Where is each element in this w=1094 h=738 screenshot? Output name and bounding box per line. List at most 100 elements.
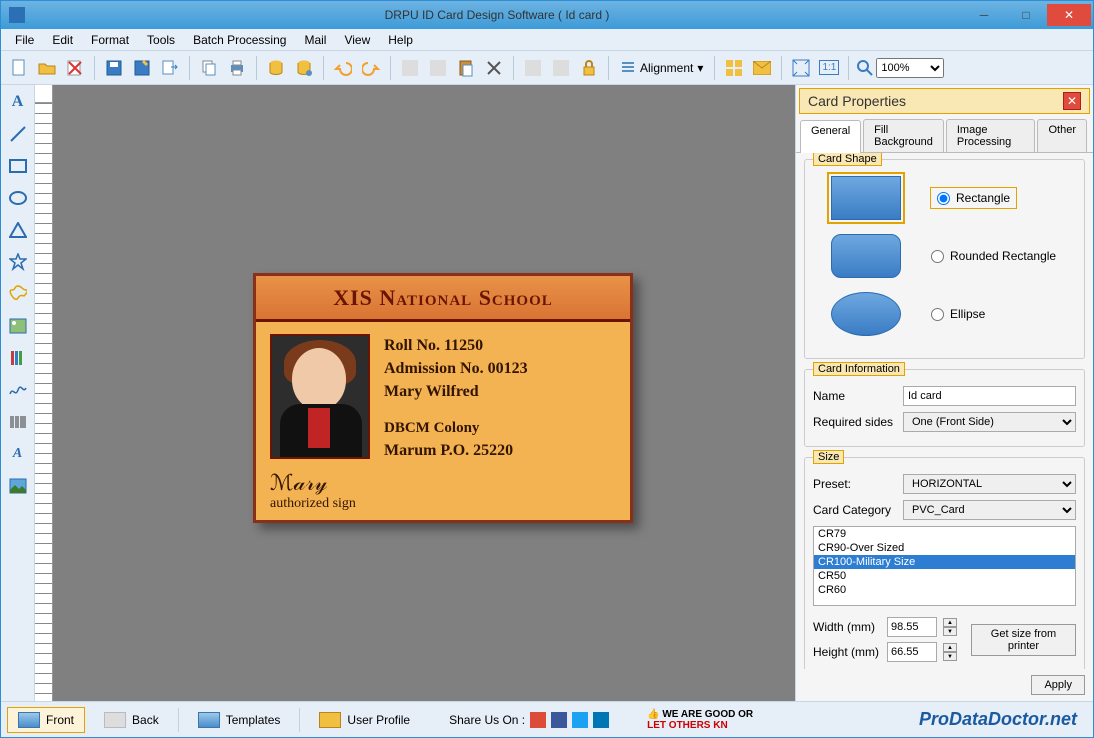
twitter-icon[interactable] [572,712,588,728]
paste-icon[interactable] [454,56,478,80]
titlebar: DRPU ID Card Design Software ( Id card )… [1,1,1093,29]
brand-label[interactable]: ProDataDoctor.net [919,709,1087,730]
menu-batch[interactable]: Batch Processing [185,31,294,49]
ellipse-tool-icon[interactable] [7,187,29,209]
actual-icon[interactable]: 1:1 [817,56,841,80]
tab-general[interactable]: General [800,120,861,153]
signature-tool-icon[interactable] [7,379,29,401]
fit-icon[interactable] [789,56,813,80]
menu-view[interactable]: View [336,31,378,49]
menu-format[interactable]: Format [83,31,137,49]
profile-icon [319,712,341,728]
menu-mail[interactable]: Mail [296,31,334,49]
shape-tool-icon[interactable] [7,283,29,305]
roll-no: Roll No. 11250 [384,334,528,357]
line-tool-icon[interactable] [7,123,29,145]
new-icon[interactable] [7,56,31,80]
tab-fill[interactable]: Fill Background [863,119,944,152]
menu-file[interactable]: File [7,31,42,49]
export-icon[interactable] [158,56,182,80]
redo-icon[interactable] [359,56,383,80]
height-input[interactable] [887,642,937,662]
user-profile-button[interactable]: User Profile [308,707,421,733]
shape-ellipse-preview[interactable] [831,292,901,336]
lock-icon[interactable] [577,56,601,80]
menu-help[interactable]: Help [380,31,421,49]
minimize-button[interactable]: ─ [963,4,1005,26]
save-icon[interactable] [102,56,126,80]
facebook-icon[interactable] [551,712,567,728]
del-icon[interactable] [482,56,506,80]
shape-rect-preview[interactable] [831,176,901,220]
alignment-dropdown[interactable]: Alignment ▾ [616,60,707,76]
layer1-icon[interactable] [521,56,545,80]
maximize-button[interactable]: □ [1005,4,1047,26]
properties-close-button[interactable]: ✕ [1063,92,1081,110]
width-spinner[interactable]: ▲▼ [943,618,957,636]
shape-rounded-preview[interactable] [831,234,901,278]
canvas[interactable]: XIS National School Roll No. 11250 Admis… [53,103,795,701]
triangle-tool-icon[interactable] [7,219,29,241]
gplus-icon[interactable] [530,712,546,728]
templates-button[interactable]: Templates [187,707,292,733]
background-tool-icon[interactable] [7,475,29,497]
list-item[interactable]: CR79 [814,527,1075,541]
tab-other[interactable]: Other [1037,119,1087,152]
list-item[interactable]: CR90-Over Sized [814,541,1075,555]
cut-icon[interactable] [398,56,422,80]
db1-icon[interactable] [264,56,288,80]
barcode-tool-icon[interactable] [7,411,29,433]
zoom-control[interactable]: 100% [856,58,944,78]
window-title: DRPU ID Card Design Software ( Id card ) [31,8,963,22]
delete-icon[interactable] [63,56,87,80]
open-icon[interactable] [35,56,59,80]
copy-icon[interactable] [197,56,221,80]
back-side-button[interactable]: Back [93,707,170,733]
text-tool-icon[interactable]: A [7,91,29,113]
watermark-tool-icon[interactable]: A [7,443,29,465]
apply-button[interactable]: Apply [1031,675,1085,695]
signature-label: authorized sign [270,496,356,512]
name-input[interactable] [903,386,1076,406]
tab-image[interactable]: Image Processing [946,119,1036,152]
print-icon[interactable] [225,56,249,80]
menu-tools[interactable]: Tools [139,31,183,49]
tagline: 👍 WE ARE GOOD ORLET OTHERS KN [647,709,753,731]
shape-rounded-radio[interactable]: Rounded Rectangle [931,249,1056,263]
copy2-icon[interactable] [426,56,450,80]
sides-select[interactable]: One (Front Side) [903,412,1076,432]
front-side-button[interactable]: Front [7,707,85,733]
statusbar: Front Back Templates User Profile Share … [1,701,1093,737]
properties-panel: Card Properties ✕ General Fill Backgroun… [795,85,1093,701]
shape-ellipse-radio[interactable]: Ellipse [931,307,985,321]
menu-edit[interactable]: Edit [44,31,81,49]
get-size-button[interactable]: Get size from printer [971,624,1076,656]
star-tool-icon[interactable] [7,251,29,273]
image-tool-icon[interactable] [7,315,29,337]
size-listbox[interactable]: CR79 CR90-Over Sized CR100-Military Size… [813,526,1076,606]
db2-icon[interactable] [292,56,316,80]
library-tool-icon[interactable] [7,347,29,369]
grid-icon[interactable] [722,56,746,80]
rect-tool-icon[interactable] [7,155,29,177]
templates-icon [198,712,220,728]
list-item[interactable]: CR100-Military Size [814,555,1075,569]
saveas-icon[interactable] [130,56,154,80]
card-info: Roll No. 11250 Admission No. 00123 Mary … [384,334,528,463]
width-input[interactable] [887,617,937,637]
list-item[interactable]: CR60 [814,583,1075,597]
signature-block: ℳ𝒶𝓇𝓎 authorized sign [270,470,356,512]
mail-icon[interactable] [750,56,774,80]
undo-icon[interactable] [331,56,355,80]
linkedin-icon[interactable] [593,712,609,728]
preset-select[interactable]: HORIZONTAL [903,474,1076,494]
layer2-icon[interactable] [549,56,573,80]
id-card[interactable]: XIS National School Roll No. 11250 Admis… [253,273,633,523]
app-window: DRPU ID Card Design Software ( Id card )… [0,0,1094,738]
height-spinner[interactable]: ▲▼ [943,643,957,661]
category-select[interactable]: PVC_Card [903,500,1076,520]
close-button[interactable]: ✕ [1047,4,1091,26]
shape-rect-radio[interactable]: Rectangle [931,188,1016,208]
properties-tabs: General Fill Background Image Processing… [796,119,1093,153]
list-item[interactable]: CR50 [814,569,1075,583]
